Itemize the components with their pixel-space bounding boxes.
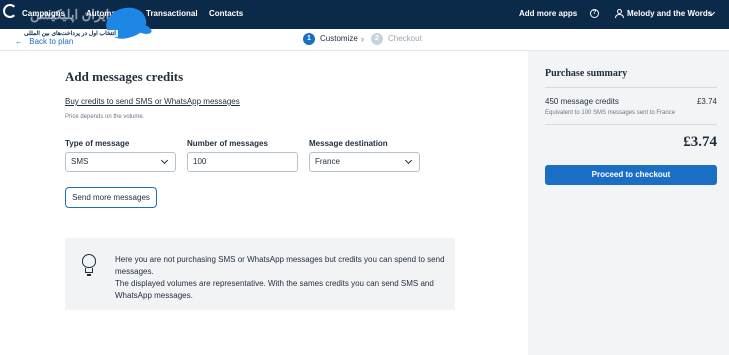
nav-item-contacts[interactable]: Contacts <box>209 9 243 18</box>
summary-divider <box>545 124 717 125</box>
summary-item-note: Equivalent to 100 SMS messages sent to F… <box>545 110 676 116</box>
info-box: Here you are not purchasing SMS or Whats… <box>65 238 455 310</box>
info-line: The displayed volumes are representative… <box>115 279 434 300</box>
add-more-apps-link[interactable]: Add more apps <box>519 9 577 18</box>
watermark-brand-text: ایران اپلیکیشن <box>30 7 110 22</box>
help-icon[interactable]: ? <box>590 9 599 18</box>
proceed-to-checkout-button[interactable]: Proceed to checkout <box>545 165 717 185</box>
number-of-messages-value: 100 <box>193 157 207 166</box>
step-checkout: 2 Checkout <box>371 33 422 47</box>
buy-credits-link[interactable]: Buy credits to send SMS or WhatsApp mess… <box>65 97 240 106</box>
summary-item-price: £3.74 <box>696 97 717 106</box>
summary-divider <box>545 87 717 88</box>
chevron-down-icon <box>160 156 169 165</box>
lightbulb-icon <box>81 254 97 278</box>
page-title: Add messages credits <box>65 69 184 84</box>
brand-logo-icon[interactable] <box>3 4 17 18</box>
step-customize: 1 Customize <box>303 33 358 47</box>
message-destination-value: France <box>315 157 340 166</box>
type-of-message-value: SMS <box>71 157 89 166</box>
info-text: Here you are not purchasing SMS or Whats… <box>115 254 445 302</box>
summary-item-label: 450 message credits <box>545 97 619 106</box>
number-of-messages-label: Number of messages <box>187 139 268 148</box>
chevron-right-icon: › <box>361 34 364 44</box>
step-number: 2 <box>371 33 383 45</box>
type-of-message-select[interactable]: SMS <box>65 152 176 172</box>
summary-total: £3.74 <box>683 134 717 150</box>
back-to-plan-label: Back to plan <box>29 37 74 46</box>
back-to-plan-link[interactable]: ← Back to plan <box>15 37 73 46</box>
message-destination-select[interactable]: France <box>309 152 420 172</box>
type-of-message-label: Type of message <box>65 139 130 148</box>
summary-title: Purchase summary <box>545 68 628 79</box>
message-destination-label: Message destination <box>309 139 388 148</box>
back-arrow-icon: ← <box>15 37 23 46</box>
step-label: Customize <box>320 34 358 44</box>
purchase-summary-panel: Purchase summary 450 message credits £3.… <box>528 51 729 355</box>
watermark-tagline: انتخاب اول در پرداخت‌های بین المللی <box>22 30 118 37</box>
price-note: Price depends on the volume. <box>65 114 145 120</box>
number-of-messages-input[interactable]: 100 <box>187 152 298 172</box>
info-line: Here you are not purchasing SMS or Whats… <box>115 255 445 276</box>
step-label: Checkout <box>388 34 422 44</box>
send-more-messages-button[interactable]: Send more messages <box>65 187 157 208</box>
chevron-down-icon <box>404 156 413 165</box>
user-icon[interactable] <box>615 9 624 19</box>
account-menu-button[interactable]: Melody and the Words <box>627 9 712 18</box>
step-number: 1 <box>303 33 315 45</box>
